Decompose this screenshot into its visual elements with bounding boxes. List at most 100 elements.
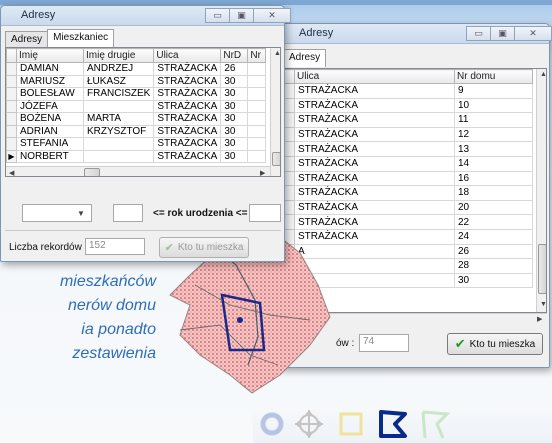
caption: mieszkańców nerów domu ia ponadto zestaw… xyxy=(0,270,156,366)
cell-ulica: STRAŻACKA xyxy=(294,112,455,128)
row-selector[interactable] xyxy=(6,99,17,113)
column-nr[interactable]: Nr xyxy=(247,48,267,63)
row-selector[interactable] xyxy=(284,199,295,216)
cell-nr xyxy=(247,62,267,76)
row-selector[interactable] xyxy=(6,124,17,138)
scroll-up-icon[interactable]: ▲ xyxy=(274,50,280,57)
circle-select-icon[interactable] xyxy=(257,409,287,439)
row-selector[interactable] xyxy=(284,97,295,114)
scroll-right-icon[interactable]: ▶ xyxy=(537,315,542,323)
tab-adresy[interactable]: Adresy xyxy=(283,49,327,67)
column-nr-domu[interactable]: Nr domu xyxy=(454,69,533,84)
back-who-lives-button[interactable]: ✔ Kto tu mieszka xyxy=(447,333,543,355)
column-nrd[interactable]: NrD xyxy=(220,48,249,63)
table-row[interactable]: ADRIAN KRZYSZTOF STRAŻACKA 30 xyxy=(6,124,267,138)
cell-nr-domu: 28 xyxy=(454,258,533,274)
birth-year-from-field[interactable] xyxy=(113,204,143,222)
close-icon[interactable]: ✕ xyxy=(253,8,291,23)
table-row[interactable]: STRAŻACKA 9 xyxy=(284,83,533,99)
row-selector[interactable] xyxy=(284,112,295,128)
maximize-icon[interactable]: ▣ xyxy=(490,26,515,41)
row-selector[interactable] xyxy=(6,74,17,88)
row-selector[interactable] xyxy=(6,137,17,151)
record-count-label: Liczba rekordów : xyxy=(9,242,88,253)
row-selector[interactable]: ▶ xyxy=(6,149,17,163)
row-selector[interactable] xyxy=(284,170,295,187)
cell-nrd: 30 xyxy=(220,137,249,151)
row-selector[interactable] xyxy=(284,141,295,157)
cell-imie: DAMIAN xyxy=(16,62,84,76)
row-selector[interactable] xyxy=(284,83,295,99)
row-selector[interactable] xyxy=(284,155,295,172)
table-row[interactable]: BOLESŁAW FRANCISZEK STRAŻACKA 30 xyxy=(6,87,267,101)
hscroll-thumb[interactable] xyxy=(84,168,100,176)
table-row[interactable]: DAMIAN ANDRZEJ STRAŻACKA 26 xyxy=(6,62,267,76)
table-row[interactable]: STRAŻACKA 10 xyxy=(284,97,533,114)
back-window-titlebar[interactable]: Adresy ▭ ▣ ✕ xyxy=(279,24,552,44)
tool-strip xyxy=(253,405,552,443)
table-row[interactable]: STRAŻACKA 20 xyxy=(284,199,533,216)
table-row[interactable]: BOŻENA MARTA STRAŻACKA 30 xyxy=(6,112,267,126)
resident-grid-vertical-scrollbar[interactable]: ▲ xyxy=(270,48,280,176)
table-row[interactable]: STRAŻACKA 13 xyxy=(284,141,533,157)
row-selector[interactable] xyxy=(6,87,17,101)
front-window-titlebar[interactable]: Adresy ▭ ▣ ✕ xyxy=(1,6,291,26)
table-row[interactable]: JÓZEFA STRAŻACKA 30 xyxy=(6,99,267,113)
row-selector[interactable] xyxy=(6,62,17,76)
cell-imie-drugie: ŁUKASZ xyxy=(82,74,155,88)
cell-nrd: 30 xyxy=(220,74,249,88)
cell-imie-drugie xyxy=(82,149,155,163)
column-ulica[interactable]: Ulica xyxy=(294,69,455,84)
scroll-left-icon[interactable]: ◀ xyxy=(9,169,14,176)
minimize-icon[interactable]: ▭ xyxy=(205,8,230,23)
table-row[interactable]: STEFANIA STRAŻACKA 30 xyxy=(6,137,267,151)
close-icon[interactable]: ✕ xyxy=(514,26,552,41)
cell-ulica: STRAŻACKA xyxy=(294,170,455,187)
cell-nrd: 30 xyxy=(220,87,249,101)
birth-year-to-field[interactable] xyxy=(249,204,281,222)
table-row[interactable]: STRAŻACKA 14 xyxy=(284,155,533,172)
scroll-thumb[interactable] xyxy=(272,152,280,166)
scroll-right-icon[interactable]: ▶ xyxy=(260,169,265,176)
table-row[interactable]: STRAŻACKA 18 xyxy=(284,185,533,201)
chevron-down-icon[interactable]: ▼ xyxy=(77,209,85,218)
column-imie[interactable]: Imię xyxy=(16,48,84,63)
cell-ulica: STRAŻACKA xyxy=(153,137,222,151)
table-row[interactable]: STRAŻACKA 12 xyxy=(284,126,533,143)
rectangle-select-icon[interactable] xyxy=(336,409,366,439)
street-select[interactable]: ▼ xyxy=(22,204,92,222)
cell-imie-drugie: ANDRZEJ xyxy=(82,62,155,76)
scroll-down-icon[interactable]: ▼ xyxy=(540,301,546,308)
scroll-up-icon[interactable]: ▲ xyxy=(540,71,546,78)
row-selector[interactable] xyxy=(284,126,295,143)
resident-grid[interactable]: Imię Imię drugie Ulica NrD Nr DAMIAN ANDR… xyxy=(5,47,281,177)
cell-nr-domu: 11 xyxy=(454,112,533,128)
caption-line: mieszkańców xyxy=(59,273,156,290)
freehand-select-icon[interactable] xyxy=(417,406,453,442)
tab-mieszkaniec[interactable]: Mieszkaniec xyxy=(47,29,115,47)
scroll-thumb[interactable] xyxy=(538,244,546,294)
tab-adresy[interactable]: Adresy xyxy=(5,31,49,47)
table-row[interactable]: MARIUSZ ŁUKASZ STRAŻACKA 30 xyxy=(6,74,267,88)
cell-ulica: STRAŻACKA xyxy=(153,87,222,101)
table-row[interactable]: STRAŻACKA 11 xyxy=(284,112,533,128)
address-grid-vertical-scrollbar[interactable]: ▲ ▼ xyxy=(536,69,546,312)
row-selector[interactable] xyxy=(284,185,295,201)
cell-nr-domu: 16 xyxy=(454,170,533,187)
polygon-select-icon[interactable] xyxy=(375,406,411,442)
record-count-field: 152 xyxy=(85,238,145,255)
maximize-icon[interactable]: ▣ xyxy=(229,8,254,23)
crosshair-icon[interactable] xyxy=(293,408,325,440)
cell-ulica: STRAŻACKA xyxy=(153,99,222,113)
resident-grid-horizontal-scrollbar[interactable]: ◀ ▶ xyxy=(6,166,270,176)
column-ulica[interactable]: Ulica xyxy=(153,48,222,63)
cell-nr-domu: 12 xyxy=(454,126,533,143)
column-imie-drugie[interactable]: Imię drugie xyxy=(82,48,155,63)
table-row[interactable]: STRAŻACKA 16 xyxy=(284,170,533,187)
table-row[interactable]: ▶ NORBERT STRAŻACKA 30 xyxy=(6,149,267,163)
cell-nrd: 30 xyxy=(220,149,249,163)
row-selector[interactable] xyxy=(6,112,17,126)
cell-nr-domu: 22 xyxy=(454,214,533,230)
who-lives-button[interactable]: ✔ Kto tu mieszka xyxy=(159,237,249,258)
minimize-icon[interactable]: ▭ xyxy=(466,26,491,41)
